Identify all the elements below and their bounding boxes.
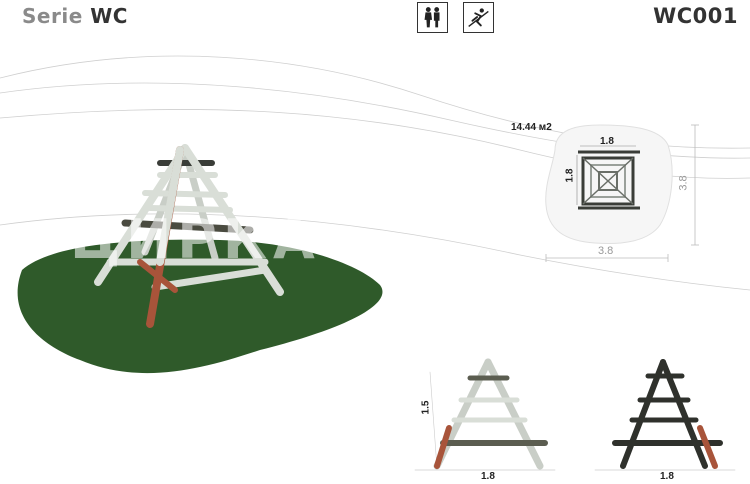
area-label: 14.44 м2: [511, 122, 552, 133]
watermark-text: ЦИРКА: [70, 208, 321, 271]
front-elevation: [414, 358, 556, 471]
plan-inner-depth: 1.8: [564, 168, 576, 183]
front-width-label: 1.8: [481, 471, 495, 482]
plan-inner-width: 1.8: [600, 136, 614, 147]
plan-outer-width: 3.8: [598, 245, 614, 257]
plan-view: [545, 124, 699, 262]
side-width-label: 1.8: [660, 471, 674, 482]
plan-outer-depth: 3.8: [677, 175, 690, 191]
side-elevation: [594, 359, 736, 471]
height-label: 1.5: [420, 400, 432, 415]
